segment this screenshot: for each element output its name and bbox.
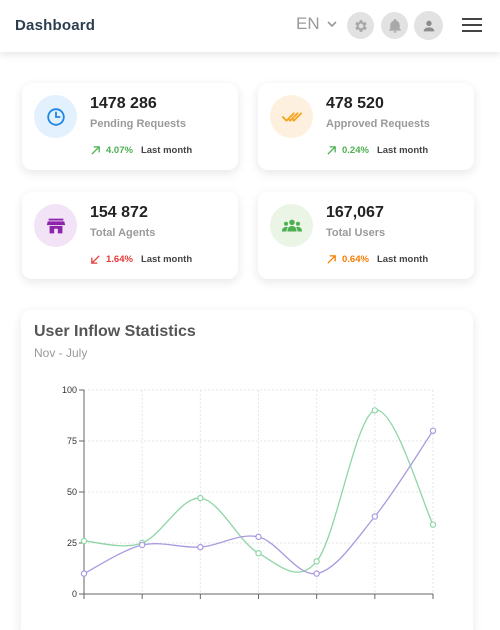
stat-change: 0.24% — [342, 145, 369, 156]
settings-button[interactable] — [347, 12, 374, 39]
data-point — [80, 570, 88, 577]
y-tick-label: 0 — [72, 589, 77, 599]
data-point — [255, 533, 262, 541]
arrow-up-right-icon — [327, 255, 336, 264]
app-title: Dashboard — [15, 17, 96, 34]
language-selector[interactable]: EN — [296, 14, 337, 34]
arrow-up-right-icon — [327, 146, 336, 155]
stat-period: Last month — [140, 254, 193, 265]
stat-label: Pending Requests — [90, 118, 186, 130]
top-bar: Dashboard EN — [0, 0, 500, 52]
data-point — [371, 407, 379, 414]
data-point — [429, 427, 437, 435]
y-tick-label: 50 — [67, 487, 77, 497]
stat-card-agents[interactable]: 154 872 Total Agents 1.64% Last month — [22, 192, 238, 279]
stat-value: 1478 286 — [90, 95, 157, 112]
data-point — [80, 537, 88, 545]
stat-card-pending[interactable]: 1478 286 Pending Requests 4.07% Last mon… — [22, 83, 238, 170]
chevron-down-icon — [327, 20, 337, 27]
stat-trend: 4.07% Last month — [90, 145, 192, 156]
stat-trend: 0.64% Last month — [326, 254, 428, 265]
user-icon — [423, 20, 434, 31]
stat-period: Last month — [376, 145, 429, 156]
stat-label: Approved Requests — [326, 118, 430, 130]
stat-icon-wrap — [34, 95, 77, 138]
stat-icon-wrap — [270, 204, 313, 247]
stat-period: Last month — [376, 254, 429, 265]
profile-button[interactable] — [414, 11, 443, 40]
language-label: EN — [296, 14, 320, 33]
data-point — [429, 521, 437, 528]
clock-icon — [46, 107, 65, 126]
stat-period: Last month — [140, 145, 193, 156]
stat-value: 154 872 — [90, 204, 148, 221]
data-point — [313, 558, 320, 565]
users-icon — [281, 219, 302, 231]
data-point — [313, 570, 320, 577]
y-tick-label: 75 — [67, 436, 77, 446]
data-point — [197, 543, 204, 551]
stat-trend: 0.24% Last month — [326, 145, 428, 156]
stat-label: Total Users — [326, 227, 386, 239]
arrow-up-right-icon — [91, 146, 100, 155]
data-point — [371, 513, 379, 520]
stat-trend: 1.64% Last month — [90, 254, 192, 265]
stat-card-users[interactable]: 167,067 Total Users 0.64% Last month — [258, 192, 474, 279]
line-chart: 0 25 50 75 100 — [62, 385, 437, 599]
y-tick-label: 100 — [62, 385, 77, 395]
arrow-down-left-icon — [91, 255, 100, 264]
stat-icon-wrap — [270, 95, 313, 138]
stat-label: Total Agents — [90, 227, 156, 239]
chart-card: User Inflow Statistics Nov - July 0 25 50 7… — [21, 310, 473, 630]
notifications-button[interactable] — [381, 12, 408, 39]
stat-icon-wrap — [34, 204, 77, 247]
stat-value: 167,067 — [326, 204, 384, 221]
stat-card-approved[interactable]: 478 520 Approved Requests 0.24% Last mon… — [258, 83, 474, 170]
stat-change: 1.64% — [106, 254, 133, 265]
stat-change: 4.07% — [106, 145, 133, 156]
y-tick-label: 25 — [67, 538, 77, 548]
bell-icon — [388, 18, 401, 33]
data-point — [255, 549, 262, 557]
stat-change: 0.64% — [342, 254, 369, 265]
stat-value: 478 520 — [326, 95, 384, 112]
data-point — [197, 494, 204, 502]
double-check-icon — [281, 111, 302, 122]
data-point — [138, 541, 146, 549]
menu-icon[interactable] — [462, 17, 482, 33]
store-icon — [46, 218, 65, 233]
gear-icon — [354, 19, 367, 32]
